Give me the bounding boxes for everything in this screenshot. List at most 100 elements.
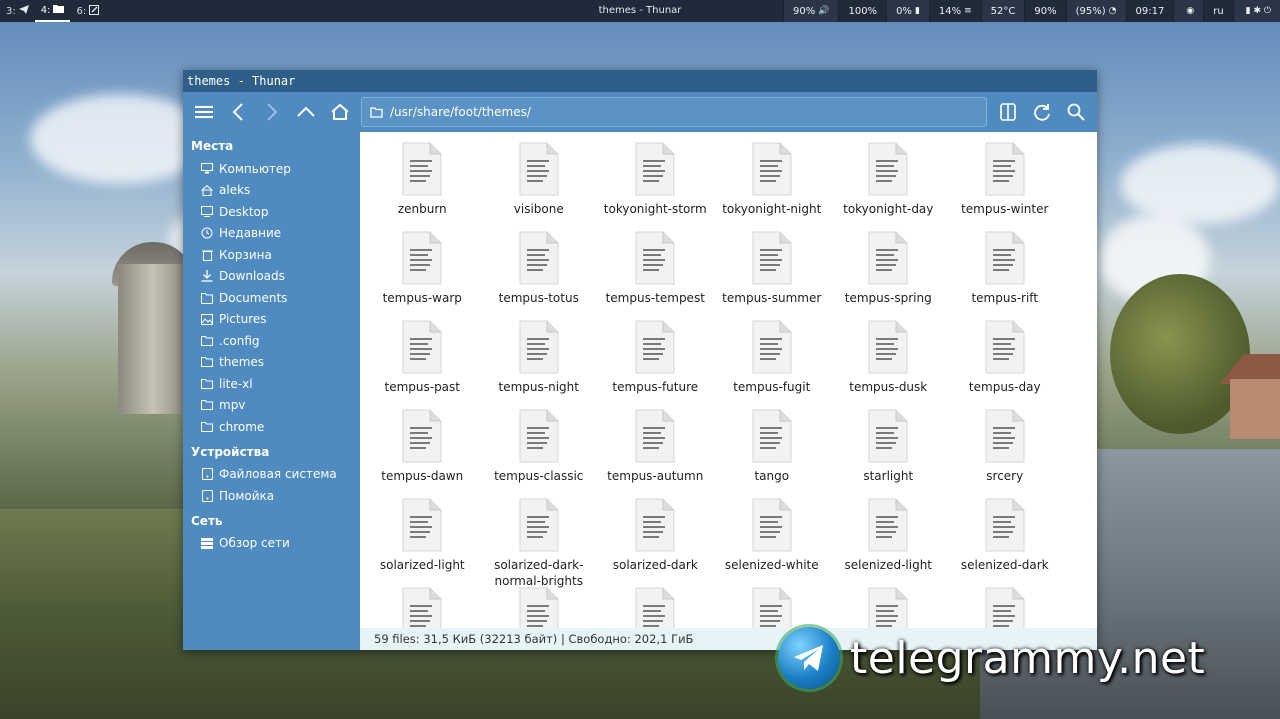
sidebar-item--config[interactable]: .config: [183, 330, 360, 352]
file-item[interactable]: srcery: [947, 409, 1064, 498]
sidebar-item-desktop[interactable]: Desktop: [183, 201, 360, 223]
file-item[interactable]: solarized-light: [364, 498, 481, 587]
cloud: [1120, 144, 1280, 224]
file-item[interactable]: starlight: [830, 409, 947, 498]
download-icon: [201, 270, 213, 282]
file-item[interactable]: tokyonight-night: [714, 142, 831, 231]
text-file-icon: [867, 498, 909, 552]
workspace-2[interactable]: 4:: [34, 0, 71, 22]
sidebar-item-файловая-система[interactable]: Файловая система: [183, 464, 360, 486]
status-text: 0%: [896, 5, 912, 17]
file-item[interactable]: [481, 587, 598, 628]
search-button[interactable]: [1059, 95, 1093, 129]
sidebar-item-обзор-сети[interactable]: Обзор сети: [183, 533, 360, 555]
sidebar-item-корзина[interactable]: Корзина: [183, 244, 360, 266]
sidebar-item-documents[interactable]: Documents: [183, 287, 360, 309]
file-item[interactable]: [830, 587, 947, 628]
file-item[interactable]: tempus-dusk: [830, 320, 947, 409]
file-item[interactable]: tango: [714, 409, 831, 498]
window-titlebar[interactable]: themes - Thunar: [183, 70, 1097, 92]
sidebar-item-pictures[interactable]: Pictures: [183, 309, 360, 331]
status-indicator[interactable]: ▮ ✱ ⏻: [1232, 0, 1280, 22]
sidebar-item-label: Downloads: [219, 269, 285, 284]
workspace-switcher: 3: 4: 6:: [0, 0, 105, 22]
file-item[interactable]: selenized-light: [830, 498, 947, 587]
file-item[interactable]: tempus-fugit: [714, 320, 831, 409]
sidebar-item-недавние[interactable]: Недавние: [183, 223, 360, 245]
reload-button[interactable]: [1025, 95, 1059, 129]
sidebar-item-label: Файловая система: [219, 467, 337, 482]
file-name: tempus-tempest: [605, 291, 705, 305]
file-item[interactable]: selenized-dark: [947, 498, 1064, 587]
file-item[interactable]: selenized-white: [714, 498, 831, 587]
status-indicator[interactable]: 100%: [838, 0, 887, 22]
status-indicator[interactable]: 52°C: [980, 0, 1025, 22]
text-file-icon: [751, 409, 793, 463]
sidebar-item-aleks[interactable]: aleks: [183, 180, 360, 202]
location-bar[interactable]: /usr/share/foot/themes/: [361, 97, 987, 127]
file-item[interactable]: tempus-night: [481, 320, 598, 409]
sidebar-item-label: chrome: [219, 419, 265, 434]
file-item[interactable]: tempus-warp: [364, 231, 481, 320]
file-item[interactable]: [714, 587, 831, 628]
sidebar-item-компьютер[interactable]: Компьютер: [183, 158, 360, 180]
status-indicator[interactable]: 90% 🔊: [783, 0, 839, 22]
sidebar-item-mpv[interactable]: mpv: [183, 395, 360, 417]
text-file-icon: [634, 320, 676, 374]
file-item[interactable]: [364, 587, 481, 628]
file-item[interactable]: tempus-autumn: [597, 409, 714, 498]
file-item[interactable]: tempus-totus: [481, 231, 598, 320]
file-item[interactable]: visibone: [481, 142, 598, 231]
file-name: tempus-totus: [498, 291, 579, 305]
file-item[interactable]: tempus-classic: [481, 409, 598, 498]
home-button[interactable]: [323, 95, 357, 129]
status-indicators: 90% 🔊 100% 0% ▮ 14% ≡ 52°C 90% (95%) ◔ 09:17 ◉ ru ▮ ✱ …: [783, 0, 1280, 22]
file-item[interactable]: tokyonight-storm: [597, 142, 714, 231]
parent-folder-button[interactable]: [289, 95, 323, 129]
tree: [1110, 274, 1250, 434]
file-item[interactable]: tempus-rift: [947, 231, 1064, 320]
file-name: tempus-day: [968, 380, 1041, 394]
sidebar-item-помойка[interactable]: Помойка: [183, 485, 360, 507]
text-file-icon: [634, 587, 676, 628]
file-item[interactable]: tempus-dawn: [364, 409, 481, 498]
file-item[interactable]: tempus-winter: [947, 142, 1064, 231]
file-item[interactable]: tempus-day: [947, 320, 1064, 409]
sidebar-item-downloads[interactable]: Downloads: [183, 266, 360, 288]
status-indicator[interactable]: (95%) ◔: [1065, 0, 1126, 22]
file-view[interactable]: zenburn visibone tokyonight-storm tokyonigh…: [360, 132, 1097, 628]
file-item[interactable]: tempus-tempest: [597, 231, 714, 320]
status-indicator[interactable]: 0% ▮: [886, 0, 929, 22]
status-indicator[interactable]: 14% ≡: [928, 0, 981, 22]
sidebar-item-lite-xl[interactable]: lite-xl: [183, 373, 360, 395]
workspace-1[interactable]: 3:: [0, 0, 35, 22]
file-item[interactable]: [947, 587, 1064, 628]
text-file-icon: [401, 142, 443, 196]
status-indicator[interactable]: ru: [1203, 0, 1233, 22]
file-item[interactable]: tempus-summer: [714, 231, 831, 320]
workspace-3[interactable]: 6:: [70, 0, 105, 22]
sidebar-section-heading: Сеть: [191, 513, 223, 528]
file-item[interactable]: tempus-spring: [830, 231, 947, 320]
sidebar-item-label: Компьютер: [219, 161, 291, 176]
file-name: solarized-light: [379, 558, 465, 572]
back-button[interactable]: [221, 95, 255, 129]
hamburger-icon: [195, 106, 213, 118]
file-item[interactable]: tempus-past: [364, 320, 481, 409]
sidebar-item-chrome[interactable]: chrome: [183, 416, 360, 438]
text-file-icon: [867, 142, 909, 196]
file-item[interactable]: solarized-dark- normal-brights: [481, 498, 598, 588]
file-item[interactable]: solarized-dark: [597, 498, 714, 587]
forward-button[interactable]: [255, 95, 289, 129]
status-indicator[interactable]: ◉: [1173, 0, 1204, 22]
sidebar-item-themes[interactable]: themes: [183, 352, 360, 374]
sidebar-item-label: Недавние: [219, 226, 282, 241]
file-item[interactable]: tokyonight-day: [830, 142, 947, 231]
status-indicator[interactable]: 90%: [1024, 0, 1066, 22]
status-indicator[interactable]: 09:17: [1125, 0, 1174, 22]
file-item[interactable]: zenburn: [364, 142, 481, 231]
menu-button[interactable]: [187, 95, 221, 129]
file-item[interactable]: [597, 587, 714, 628]
split-view-button[interactable]: [991, 95, 1025, 129]
file-item[interactable]: tempus-future: [597, 320, 714, 409]
